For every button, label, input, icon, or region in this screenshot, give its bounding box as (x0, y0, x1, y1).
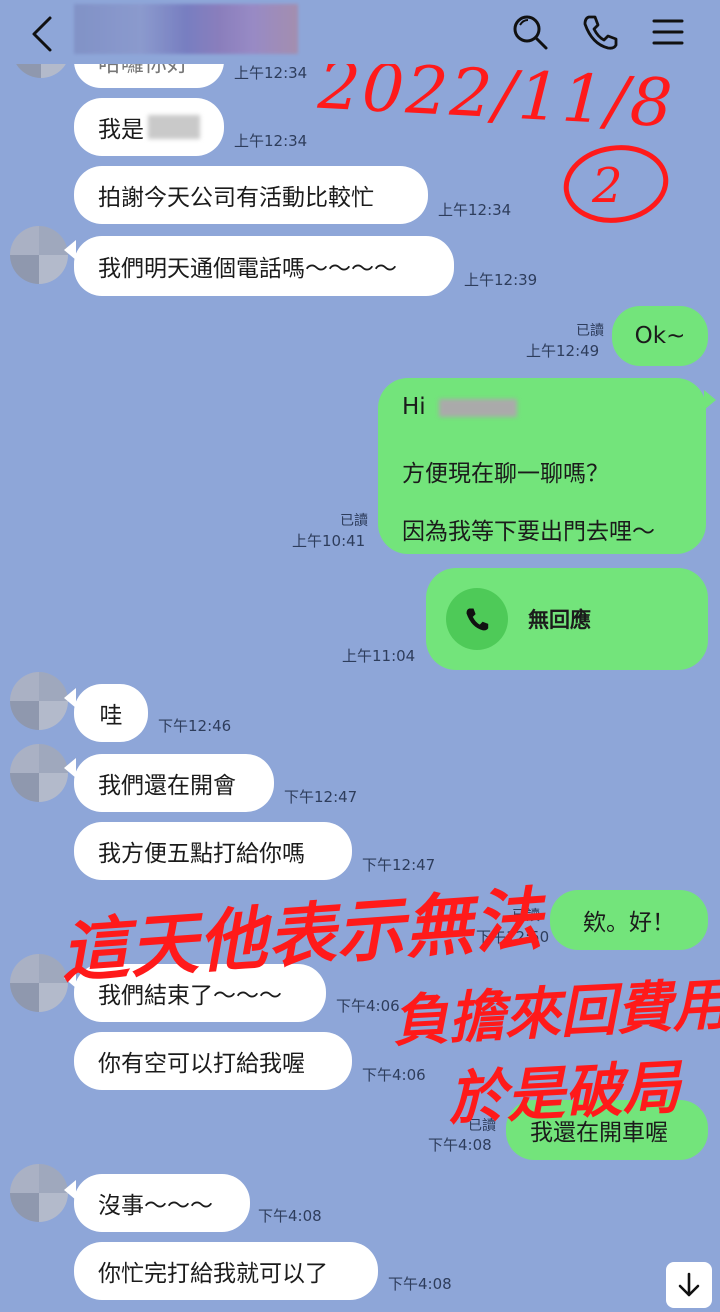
message-bubble-incoming[interactable]: 拍謝今天公司有活動比較忙 (74, 166, 428, 224)
message-time: 下午4:08 (428, 1136, 492, 1154)
message-time: 上午12:34 (234, 132, 308, 150)
message-time: 上午11:04 (342, 647, 416, 665)
message-text: 拍謝今天公司有活動比較忙 (98, 185, 374, 211)
arrow-down-icon (678, 1272, 700, 1297)
avatar[interactable] (10, 954, 68, 1012)
message-text: 方便現在聊一聊嗎？ (402, 461, 609, 487)
message-text: 你有空可以打給我喔 (98, 1051, 305, 1077)
call-status: 無回應 (528, 608, 591, 632)
chat-title-redacted (74, 4, 298, 54)
message-bubble-outgoing[interactable]: 我還在開車喔 (506, 1100, 708, 1160)
menu-icon[interactable] (648, 12, 688, 52)
back-arrow-icon[interactable] (24, 10, 64, 54)
message-bubble-incoming[interactable]: 我是 (74, 98, 224, 156)
redacted-name (439, 398, 517, 417)
message-time: 上午12:49 (526, 342, 600, 360)
message-text: 我們還在開會 (98, 773, 236, 799)
message-time: 下午12:50 (476, 928, 550, 946)
handwritten-circle (563, 145, 669, 223)
avatar[interactable] (10, 1164, 68, 1222)
message-time: 上午12:39 (464, 271, 538, 289)
message-text: Hi (402, 394, 426, 420)
message-bubble-incoming[interactable]: 我們結束了～～～ (74, 964, 326, 1022)
message-time: 下午4:06 (336, 997, 400, 1015)
message-text: 我們明天通個電話嗎～～～～ (98, 256, 397, 282)
message-text: 欸。好！ (583, 910, 675, 936)
message-text: 你忙完打給我就可以了 (98, 1261, 328, 1287)
message-text: 我方便五點打給你嗎 (98, 841, 305, 867)
read-receipt: 已讀 (512, 908, 540, 924)
scroll-to-bottom-button[interactable] (666, 1262, 712, 1308)
message-bubble-outgoing[interactable]: 欸。好！ (550, 890, 708, 950)
search-icon[interactable] (510, 12, 550, 52)
redacted-name (148, 115, 200, 139)
phone-icon[interactable] (580, 12, 620, 52)
avatar[interactable] (10, 226, 68, 284)
message-text: 我還在開車喔 (530, 1120, 668, 1146)
message-bubble-incoming[interactable]: 沒事～～～ (74, 1174, 250, 1232)
read-receipt: 已讀 (576, 323, 604, 339)
message-time: 下午12:46 (158, 717, 232, 735)
message-time: 下午4:08 (388, 1275, 452, 1293)
message-bubble-outgoing[interactable]: Hi 方便現在聊一聊嗎？ 因為我等下要出門去哩～ (378, 378, 706, 554)
message-line: Hi (402, 394, 517, 420)
read-receipt: 已讀 (468, 1118, 496, 1134)
message-bubble-incoming[interactable]: 我們明天通個電話嗎～～～～ (74, 236, 454, 296)
message-time: 下午4:06 (362, 1066, 426, 1084)
message-bubble-incoming[interactable]: 我們還在開會 (74, 754, 274, 812)
message-time: 上午10:41 (292, 532, 366, 550)
call-bubble[interactable]: 無回應 (426, 568, 708, 670)
message-bubble-incoming[interactable]: 你忙完打給我就可以了 (74, 1242, 378, 1300)
handwritten-note-line: 負擔來回費用 (390, 972, 720, 1055)
read-receipt: 已讀 (340, 513, 368, 529)
message-text: Ok~ (634, 323, 686, 349)
message-text: 我們結束了～～～ (98, 983, 282, 1009)
message-text: 因為我等下要出門去哩～ (402, 519, 655, 545)
message-text: 我是 (98, 117, 144, 143)
message-time: 下午4:08 (258, 1207, 322, 1225)
avatar[interactable] (10, 672, 68, 730)
message-time: 下午12:47 (284, 788, 358, 806)
avatar[interactable] (10, 744, 68, 802)
message-time: 下午12:47 (362, 856, 436, 874)
message-text: 哇 (99, 703, 123, 729)
message-bubble-incoming[interactable]: 我方便五點打給你嗎 (74, 822, 352, 880)
handwritten-number: 2 (592, 158, 623, 214)
message-bubble-incoming[interactable]: 你有空可以打給我喔 (74, 1032, 352, 1090)
chat-header (0, 0, 720, 64)
message-time: 上午12:34 (234, 64, 308, 82)
message-time: 上午12:34 (438, 201, 512, 219)
message-bubble-outgoing[interactable]: Ok~ (612, 306, 708, 366)
phone-icon (446, 588, 508, 650)
message-bubble-incoming[interactable]: 哇 (74, 684, 148, 742)
message-text: 沒事～～～ (98, 1193, 213, 1219)
